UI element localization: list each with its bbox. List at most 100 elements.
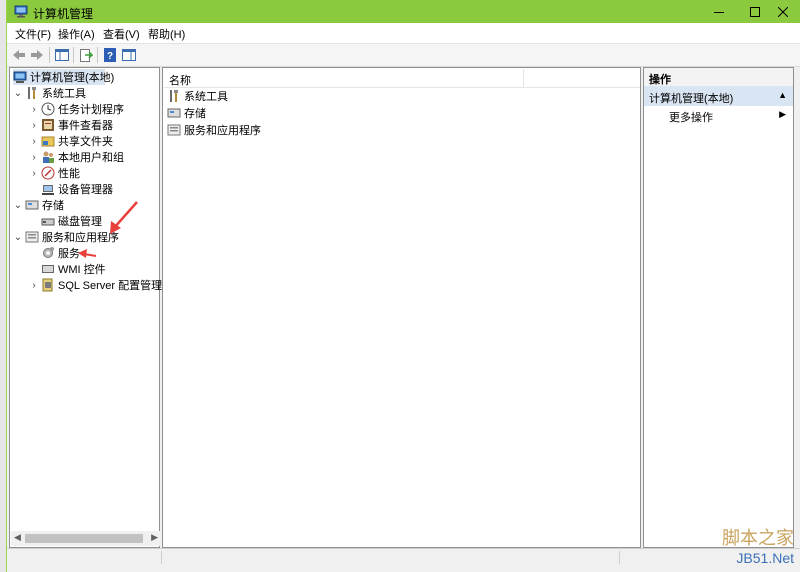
collapse-chevron-icon[interactable]: ⌄ [13,232,23,243]
title-bar[interactable]: 计算机管理 [7,0,800,23]
back-button[interactable] [10,46,28,64]
list-item-label: 系统工具 [184,91,228,103]
tools-icon [28,87,36,99]
status-divider [161,551,163,564]
console-tree-button[interactable] [53,46,71,64]
tree-item-label: 服务和应用程序 [42,232,119,244]
expand-chevron-icon[interactable]: › [29,152,39,163]
status-divider [619,551,621,564]
actions-pane: 操作 计算机管理(本地) ▲ 更多操作 ▶ [643,67,794,548]
tree-item-local-users-groups[interactable]: › 本地用户和组 [29,149,124,165]
event-viewer-icon [42,119,54,131]
tree-item-label: 本地用户和组 [58,152,124,164]
console-tree-pane: 计算机管理(本地) ⌄ 系统工具 › 任务计划程序 › 事件查看器 › 共享文件… [9,67,173,548]
tree-item-performance[interactable]: › 性能 [29,165,80,181]
tree-item-event-viewer[interactable]: › 事件查看器 [29,117,113,133]
console-tree-icon [55,49,69,61]
close-button[interactable] [765,0,800,23]
tree-item-label: 性能 [58,168,80,180]
watermark: 脚本之家 JB51.Net [722,524,794,566]
tree-item-label: SQL Server 配置管理器 [58,280,174,292]
shared-folder-icon [41,136,55,147]
gear-icon [43,247,54,258]
collapse-triangle-icon[interactable]: ▲ [778,90,787,100]
toolbar-separator [73,47,74,63]
services-applications-icon [25,231,39,243]
actions-title-label: 操作 [649,74,671,86]
computer-management-icon [13,71,27,83]
services-applications-icon [167,124,181,136]
tree-item-sql-server-config[interactable]: › SQL Server 配置管理器 [29,277,173,293]
tools-icon [170,90,178,102]
collapse-chevron-icon[interactable]: ⌄ [13,200,23,211]
tree-item-label: 系统工具 [42,88,86,100]
column-name-header[interactable]: 名称 [169,72,191,88]
window-title: 计算机管理 [33,7,94,21]
list-item[interactable]: 存储 [167,105,206,121]
sql-server-icon [42,278,53,292]
menu-file[interactable]: 文件(F) [15,26,51,42]
close-icon [778,6,788,17]
list-item-label: 存储 [184,108,206,120]
menu-action[interactable]: 操作(A) [58,26,95,42]
column-divider[interactable] [523,69,524,87]
tree-item-label: 存储 [42,200,64,212]
watermark-url: JB51.Net [736,550,794,566]
expand-chevron-icon[interactable]: › [29,104,39,115]
export-list-button[interactable] [77,46,95,64]
forward-button[interactable] [28,46,46,64]
scroll-right-icon[interactable]: ▶ [151,532,158,543]
computer-management-icon [14,5,28,18]
tree-item-shared-folders[interactable]: › 共享文件夹 [29,133,113,149]
toolbar: ? [7,44,800,67]
tree-item-system-tools[interactable]: ⌄ 系统工具 [13,85,86,101]
more-actions-item[interactable]: 更多操作 ▶ [644,106,793,124]
help-icon: ? [104,48,116,62]
expand-chevron-icon[interactable]: › [29,136,39,147]
actions-title: 操作 [644,68,793,87]
tree-item-disk-management[interactable]: 磁盘管理 [41,213,102,229]
tree-item-storage[interactable]: ⌄ 存储 [13,197,64,213]
actions-section-computer-management[interactable]: 计算机管理(本地) ▲ [644,86,793,106]
tree-item-device-manager[interactable]: 设备管理器 [41,181,113,197]
minimize-button[interactable] [701,0,737,23]
action-pane-icon [122,49,136,61]
scrollbar-thumb[interactable] [25,534,143,543]
tree-item-services[interactable]: 服务 [41,245,80,261]
tree-item-label: 任务计划程序 [58,104,124,116]
menu-bar: 文件(F) 操作(A) 查看(V) 帮助(H) [7,23,800,44]
svg-text:?: ? [107,51,113,62]
tree-item-services-applications[interactable]: ⌄ 服务和应用程序 [13,229,119,245]
scroll-left-icon[interactable]: ◀ [14,532,21,543]
more-actions-label: 更多操作 [669,112,713,124]
list-item[interactable]: 服务和应用程序 [167,122,261,138]
disk-icon [41,218,55,226]
help-button[interactable]: ? [101,46,119,64]
tree-item-label: 事件查看器 [58,120,113,132]
menu-view[interactable]: 查看(V) [103,26,140,42]
toolbar-separator [97,47,98,63]
list-item[interactable]: 系统工具 [167,88,228,104]
performance-icon [41,166,55,180]
collapse-chevron-icon[interactable]: ⌄ [13,88,23,99]
storage-icon [25,200,39,210]
tree-item-label: 共享文件夹 [58,136,113,148]
tree-item-label: 服务 [58,248,80,260]
watermark-title: 脚本之家 [722,528,794,549]
forward-arrow-icon [31,50,43,60]
expand-chevron-icon[interactable]: › [29,120,39,131]
results-pane: 名称 系统工具 存储 服务和应用程序 [162,67,641,548]
list-item-label: 服务和应用程序 [184,125,261,137]
expand-chevron-icon[interactable]: › [29,280,39,291]
tree-item-label: 计算机管理(本地) [30,72,115,84]
tree-item-wmi-control[interactable]: WMI 控件 [41,261,106,277]
expand-chevron-icon[interactable]: › [29,168,39,179]
tree-item-computer-management[interactable]: 计算机管理(本地) [13,69,114,85]
toolbar-separator [49,47,50,63]
export-list-icon [80,48,93,62]
tree-item-task-scheduler[interactable]: › 任务计划程序 [29,101,124,117]
wmi-icon [42,265,54,273]
menu-help[interactable]: 帮助(H) [148,26,185,42]
show-hide-action-pane-button[interactable] [120,46,138,64]
horizontal-scrollbar[interactable]: ◀ ▶ [11,531,161,546]
